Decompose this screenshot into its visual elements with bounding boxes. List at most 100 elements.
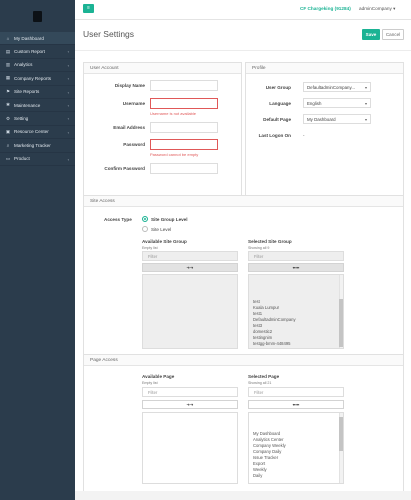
report-icon: ▤: [5, 48, 11, 54]
radio-dot: [142, 226, 148, 232]
sidebar: ⌂ My Dashboard ▤ Custom Report ‹ ▥ Analytics ‹ ▦…: [0, 0, 75, 500]
available-page-count: Empty list: [142, 381, 158, 385]
chevron-left-icon: ‹: [67, 49, 69, 55]
sidebar-item-label: Setting: [14, 116, 29, 122]
radio-label: Site Group Level: [151, 216, 188, 222]
cancel-button[interactable]: Cancel: [382, 29, 404, 40]
available-site-group-filter[interactable]: Filter: [142, 251, 238, 261]
available-site-group-count: Empty list: [142, 246, 158, 250]
chevron-left-icon: ‹: [67, 129, 69, 135]
move-all-right-button[interactable]: ➔➔: [142, 263, 238, 272]
profile-panel: Profile User Group DefaultadminCompany..…: [245, 62, 404, 204]
logo-mark: [33, 10, 42, 22]
confirm-password-field[interactable]: [150, 163, 218, 174]
chevron-down-icon: ▾: [393, 6, 396, 11]
last-logon-label: Last Logon On: [258, 133, 291, 138]
sidebar-item-product[interactable]: ▭ Product ‹: [0, 153, 75, 166]
last-logon-value: -: [303, 133, 305, 138]
chevron-down-icon: ▾: [364, 117, 367, 122]
save-button[interactable]: Save: [362, 29, 380, 40]
hamburger-icon[interactable]: ≡: [83, 4, 94, 13]
move-all-right-button[interactable]: ➔➔: [142, 400, 238, 409]
username-error: Username is not available: [150, 111, 197, 116]
username-label: Username: [122, 101, 145, 106]
chevron-left-icon: ‹: [67, 62, 69, 68]
available-page-title: Available Page: [142, 374, 175, 379]
panel-heading: User Account: [84, 63, 241, 74]
logo[interactable]: [0, 0, 75, 32]
selected-site-group-list[interactable]: test Kuala Lumpur test1 DefaultadminCompany…: [248, 274, 344, 349]
scrollbar-thumb[interactable]: [339, 417, 343, 451]
default-page-select[interactable]: My Dashboard ▾: [303, 114, 371, 124]
sidebar-item-setting[interactable]: ⚙ Setting ‹: [0, 112, 75, 126]
display-name-field[interactable]: [150, 80, 218, 91]
available-page-list[interactable]: [142, 412, 238, 484]
language-value: English: [307, 100, 322, 106]
panel-heading: Page Access: [84, 355, 403, 366]
gear-icon: ⚙: [6, 115, 10, 121]
sidebar-item-site-reports[interactable]: ⚑ Site Reports ‹: [0, 86, 75, 99]
selected-site-group-title: Selected Site Group: [248, 239, 292, 244]
language-select[interactable]: English ▾: [303, 98, 371, 108]
list-item[interactable]: testgg-bmm-448495: [249, 341, 343, 347]
move-all-left-button[interactable]: ⬅⬅: [248, 263, 344, 272]
chevron-left-icon: ‹: [67, 76, 69, 82]
selected-page-filter[interactable]: Filter: [248, 387, 344, 397]
site-level-radio[interactable]: Site Level: [142, 226, 171, 232]
sidebar-item-label: Site Reports: [14, 89, 40, 95]
list-item[interactable]: Daily: [249, 473, 343, 479]
sidebar-item-label: Maintenance: [14, 102, 41, 108]
sidebar-item-resource-center[interactable]: ▣ Resource Center ‹: [0, 126, 75, 140]
move-all-left-button[interactable]: ⬅⬅: [248, 400, 344, 409]
confirm-password-label: Confirm Password: [104, 166, 145, 171]
selected-site-group-filter[interactable]: Filter: [248, 251, 344, 261]
chevron-down-icon: ▾: [364, 85, 367, 90]
sidebar-item-marketing-tracker[interactable]: ⌕ Marketing Tracker: [0, 139, 75, 153]
home-icon: ⌂: [6, 35, 10, 41]
radio-dot: [142, 216, 148, 222]
user-menu[interactable]: adminCompany ▾: [359, 6, 396, 12]
user-group-label: User Group: [265, 85, 291, 90]
sidebar-item-label: Company Reports: [14, 75, 52, 81]
sidebar-item-label: Custom Report: [14, 49, 45, 55]
scrollbar-thumb[interactable]: [339, 299, 343, 347]
sidebar-item-my-dashboard[interactable]: ⌂ My Dashboard: [0, 32, 75, 46]
language-label: Language: [269, 101, 291, 106]
site-selector[interactable]: CF Chargeking (91284): [300, 6, 351, 11]
user-name: adminCompany: [359, 6, 392, 11]
bar-chart-icon: ▥: [5, 61, 11, 67]
search-icon: ⌕: [6, 142, 10, 148]
available-site-group-title: Available Site Group: [142, 239, 187, 244]
sidebar-item-custom-report[interactable]: ▤ Custom Report ‹: [0, 45, 75, 59]
password-label: Password: [123, 142, 145, 147]
email-label: Email Address: [113, 125, 145, 130]
main-content: User Settings Save Cancel User Account D…: [75, 20, 411, 500]
sidebar-item-company-reports[interactable]: ▦ Company Reports ‹: [0, 72, 75, 86]
sidebar-item-maintenance[interactable]: ✱ Maintenance ‹: [0, 99, 75, 113]
selected-page-list[interactable]: My Dashboard Analytics Center Company Week…: [248, 412, 344, 484]
sidebar-item-label: Product: [14, 156, 30, 162]
scrollbar[interactable]: [339, 413, 343, 483]
scrollbar[interactable]: [339, 275, 343, 348]
default-page-value: My Dashboard: [307, 116, 336, 122]
password-error: Password cannot be empty: [150, 152, 199, 157]
page-title: User Settings: [83, 29, 135, 39]
flag-icon: ⚑: [6, 88, 10, 94]
sidebar-item-label: My Dashboard: [14, 35, 44, 41]
username-field[interactable]: [150, 98, 218, 109]
site-group-level-radio[interactable]: Site Group Level: [142, 216, 188, 222]
building-icon: ▦: [5, 75, 11, 81]
chevron-left-icon: ‹: [67, 102, 69, 108]
wrench-icon: ✱: [6, 102, 10, 108]
user-group-select[interactable]: DefaultadminCompany... ▾: [303, 82, 371, 92]
radio-label: Site Level: [151, 226, 172, 232]
available-page-filter[interactable]: Filter: [142, 387, 238, 397]
password-field[interactable]: [150, 139, 218, 150]
display-name-label: Display Name: [114, 83, 145, 88]
email-field[interactable]: [150, 122, 218, 133]
sidebar-item-analytics[interactable]: ▥ Analytics ‹: [0, 59, 75, 73]
available-site-group-list[interactable]: [142, 274, 238, 349]
book-icon: ▣: [5, 128, 11, 134]
page-access-panel: Page Access Available Page Empty list Fi…: [83, 354, 404, 494]
folder-icon: ▭: [5, 155, 11, 161]
